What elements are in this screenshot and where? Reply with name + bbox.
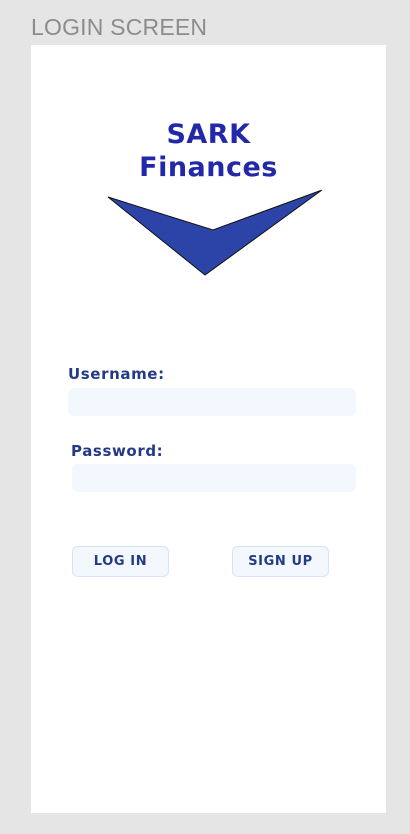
- login-button[interactable]: LOG IN: [72, 546, 169, 577]
- login-screen: SARK Finances Username: Password: LOG IN…: [31, 45, 386, 813]
- password-label: Password:: [71, 442, 164, 460]
- password-input[interactable]: [72, 464, 356, 492]
- frame-title: LOGIN SCREEN: [31, 14, 208, 40]
- brand-name-line2: Finances: [139, 152, 278, 183]
- username-label: Username:: [68, 365, 165, 383]
- brand-name-line1: SARK: [166, 119, 251, 150]
- username-input[interactable]: [68, 388, 356, 416]
- arrowhead-logo-icon: [107, 190, 323, 276]
- signup-button[interactable]: SIGN UP: [232, 546, 329, 577]
